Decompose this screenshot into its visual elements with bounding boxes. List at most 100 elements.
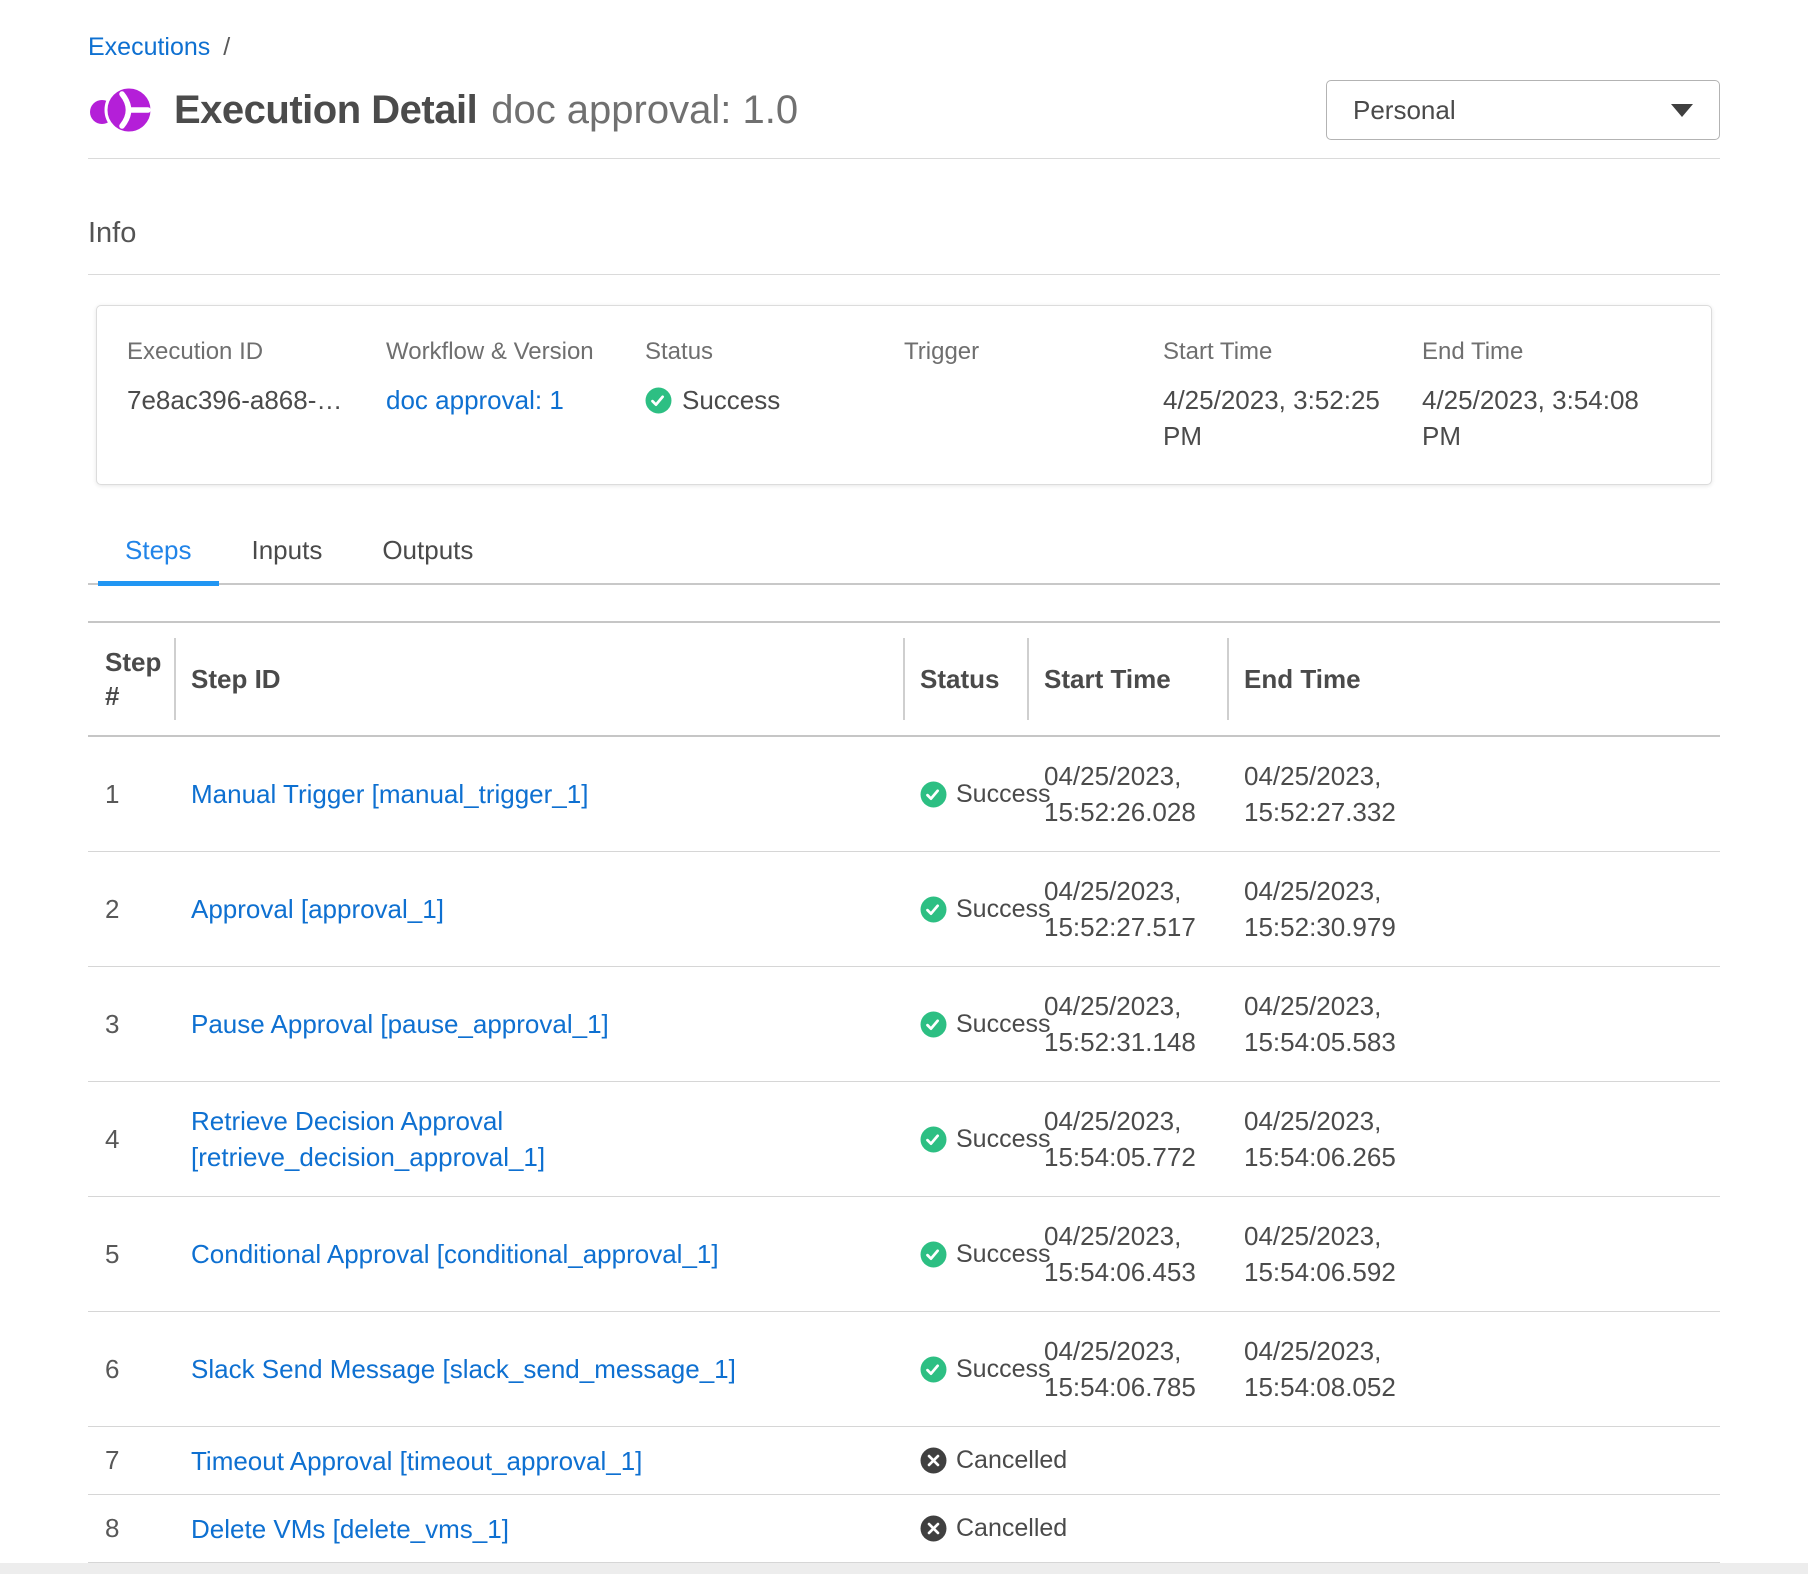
- column-header-step-: Step #: [88, 623, 174, 735]
- step-id-link[interactable]: Delete VMs [delete_vms_1]: [191, 1511, 509, 1547]
- step-id-link[interactable]: Pause Approval [pause_approval_1]: [191, 1006, 609, 1042]
- step-id-link[interactable]: Timeout Approval [timeout_approval_1]: [191, 1443, 642, 1479]
- tab-outputs[interactable]: Outputs: [355, 535, 500, 583]
- info-field: Start Time 4/25/2023, 3:52:25 PM: [1163, 338, 1422, 454]
- tab-bar: StepsInputsOutputs: [88, 535, 1720, 585]
- page-subtitle: doc approval: 1.0: [491, 88, 798, 133]
- info-field-label: Status: [645, 338, 888, 366]
- workspace-dropdown-value: Personal: [1353, 95, 1456, 126]
- step-number: 1: [88, 767, 174, 822]
- table-row: 8 Delete VMs [delete_vms_1] Cancelled: [88, 1495, 1720, 1563]
- step-number: 2: [88, 882, 174, 937]
- step-end-time: 04/25/2023, 15:52:27.332: [1244, 758, 1420, 830]
- info-field-label: Workflow & Version: [386, 338, 629, 366]
- success-icon: [920, 1241, 947, 1268]
- info-field: Workflow & Version doc approval: 1: [386, 338, 645, 454]
- step-end-time: 04/25/2023, 15:52:30.979: [1244, 873, 1420, 945]
- execution-detail-page: Executions / Execution Detail doc approv…: [0, 0, 1808, 1574]
- success-icon: [920, 781, 947, 808]
- breadcrumb-executions-link[interactable]: Executions: [88, 33, 210, 62]
- table-row: 2 Approval [approval_1] Success 04/25/20…: [88, 852, 1720, 967]
- step-end-time: 04/25/2023, 15:54:06.265: [1244, 1103, 1420, 1175]
- step-number: 5: [88, 1227, 174, 1282]
- workspace-dropdown[interactable]: Personal: [1326, 80, 1720, 140]
- table-row: 4 Retrieve Decision Approval [retrieve_d…: [88, 1082, 1720, 1197]
- step-status-badge: Success: [903, 1228, 1027, 1281]
- header-divider: [88, 158, 1720, 159]
- info-field-value: 7e8ac396-a868-…: [127, 382, 367, 418]
- step-start-time: 04/25/2023, 15:52:27.517: [1044, 873, 1217, 945]
- page-title: Execution Detail: [174, 88, 477, 133]
- step-status-badge: Cancelled: [903, 1502, 1027, 1555]
- info-field-label: Start Time: [1163, 338, 1406, 366]
- column-header-status: Status: [903, 623, 1027, 735]
- success-icon: [920, 896, 947, 923]
- step-end-time: 04/25/2023, 15:54:05.583: [1244, 988, 1420, 1060]
- page-header: Execution Detail doc approval: 1.0 Perso…: [88, 78, 1720, 142]
- table-row: 6 Slack Send Message [slack_send_message…: [88, 1312, 1720, 1427]
- step-end-time: 04/25/2023, 15:54:08.052: [1244, 1333, 1420, 1405]
- step-status-badge: Success: [903, 998, 1027, 1051]
- info-field-value: [904, 382, 1144, 418]
- step-id-link[interactable]: Manual Trigger [manual_trigger_1]: [191, 776, 588, 812]
- info-field-value: 4/25/2023, 3:52:25 PM: [1163, 382, 1403, 454]
- breadcrumb: Executions /: [88, 0, 1720, 62]
- success-icon: [920, 1011, 947, 1038]
- info-field: Trigger: [904, 338, 1163, 454]
- step-start-time: 04/25/2023, 15:52:31.148: [1044, 988, 1217, 1060]
- table-row: 5 Conditional Approval [conditional_appr…: [88, 1197, 1720, 1312]
- step-id-link[interactable]: Conditional Approval [conditional_approv…: [191, 1236, 719, 1272]
- info-field: End Time 4/25/2023, 3:54:08 PM: [1422, 338, 1681, 454]
- step-id-link[interactable]: Slack Send Message [slack_send_message_1…: [191, 1351, 736, 1387]
- step-end-time: 04/25/2023, 15:54:06.592: [1244, 1218, 1420, 1290]
- step-start-time: 04/25/2023, 15:54:06.453: [1044, 1218, 1217, 1290]
- cancelled-icon: [920, 1447, 947, 1474]
- step-start-time: 04/25/2023, 15:54:06.785: [1044, 1333, 1217, 1405]
- step-number: 7: [88, 1433, 174, 1488]
- step-id-link[interactable]: Retrieve Decision Approval [retrieve_dec…: [191, 1103, 851, 1175]
- column-header-step-id: Step ID: [174, 623, 903, 735]
- steps-table-body: 1 Manual Trigger [manual_trigger_1] Succ…: [88, 737, 1720, 1563]
- success-icon: [920, 1356, 947, 1383]
- step-number: 4: [88, 1112, 174, 1167]
- tab-inputs[interactable]: Inputs: [225, 535, 350, 583]
- info-field-label: Execution ID: [127, 338, 370, 366]
- step-start-time: 04/25/2023, 15:52:26.028: [1044, 758, 1217, 830]
- info-section-heading: Info: [88, 217, 1720, 250]
- step-status-badge: Success: [903, 1113, 1027, 1166]
- bottom-strip: [0, 1563, 1808, 1574]
- table-row: 7 Timeout Approval [timeout_approval_1] …: [88, 1427, 1720, 1495]
- workflow-version-link[interactable]: doc approval: 1: [386, 382, 564, 418]
- success-icon: [645, 387, 672, 414]
- tab-steps[interactable]: Steps: [98, 535, 219, 583]
- info-field: Status Success: [645, 338, 904, 454]
- workflow-brand-icon: [88, 81, 158, 139]
- step-status-badge: Success: [903, 1343, 1027, 1396]
- step-status-badge: Success: [903, 768, 1027, 821]
- chevron-down-icon: [1671, 104, 1693, 117]
- steps-table-header: Step #Step IDStatusStart TimeEnd Time: [88, 621, 1720, 737]
- info-field-value: 4/25/2023, 3:54:08 PM: [1422, 382, 1662, 454]
- success-icon: [920, 1126, 947, 1153]
- status-text: Success: [682, 382, 780, 418]
- column-header-end-time: End Time: [1227, 623, 1720, 735]
- steps-table: Step #Step IDStatusStart TimeEnd Time 1 …: [88, 621, 1720, 1563]
- breadcrumb-separator: /: [223, 33, 230, 62]
- step-status-badge: Cancelled: [903, 1434, 1027, 1487]
- cancelled-icon: [920, 1515, 947, 1542]
- table-row: 1 Manual Trigger [manual_trigger_1] Succ…: [88, 737, 1720, 852]
- status-badge: Success: [645, 382, 888, 418]
- step-number: 8: [88, 1501, 174, 1556]
- info-field-label: Trigger: [904, 338, 1147, 366]
- step-status-badge: Success: [903, 883, 1027, 936]
- info-card: Execution ID 7e8ac396-a868-… Workflow & …: [96, 305, 1712, 485]
- info-divider: [88, 274, 1720, 275]
- info-field-label: End Time: [1422, 338, 1665, 366]
- step-id-link[interactable]: Approval [approval_1]: [191, 891, 444, 927]
- info-field: Execution ID 7e8ac396-a868-…: [127, 338, 386, 454]
- step-number: 3: [88, 997, 174, 1052]
- column-header-start-time: Start Time: [1027, 623, 1227, 735]
- step-start-time: 04/25/2023, 15:54:05.772: [1044, 1103, 1217, 1175]
- step-number: 6: [88, 1342, 174, 1397]
- table-row: 3 Pause Approval [pause_approval_1] Succ…: [88, 967, 1720, 1082]
